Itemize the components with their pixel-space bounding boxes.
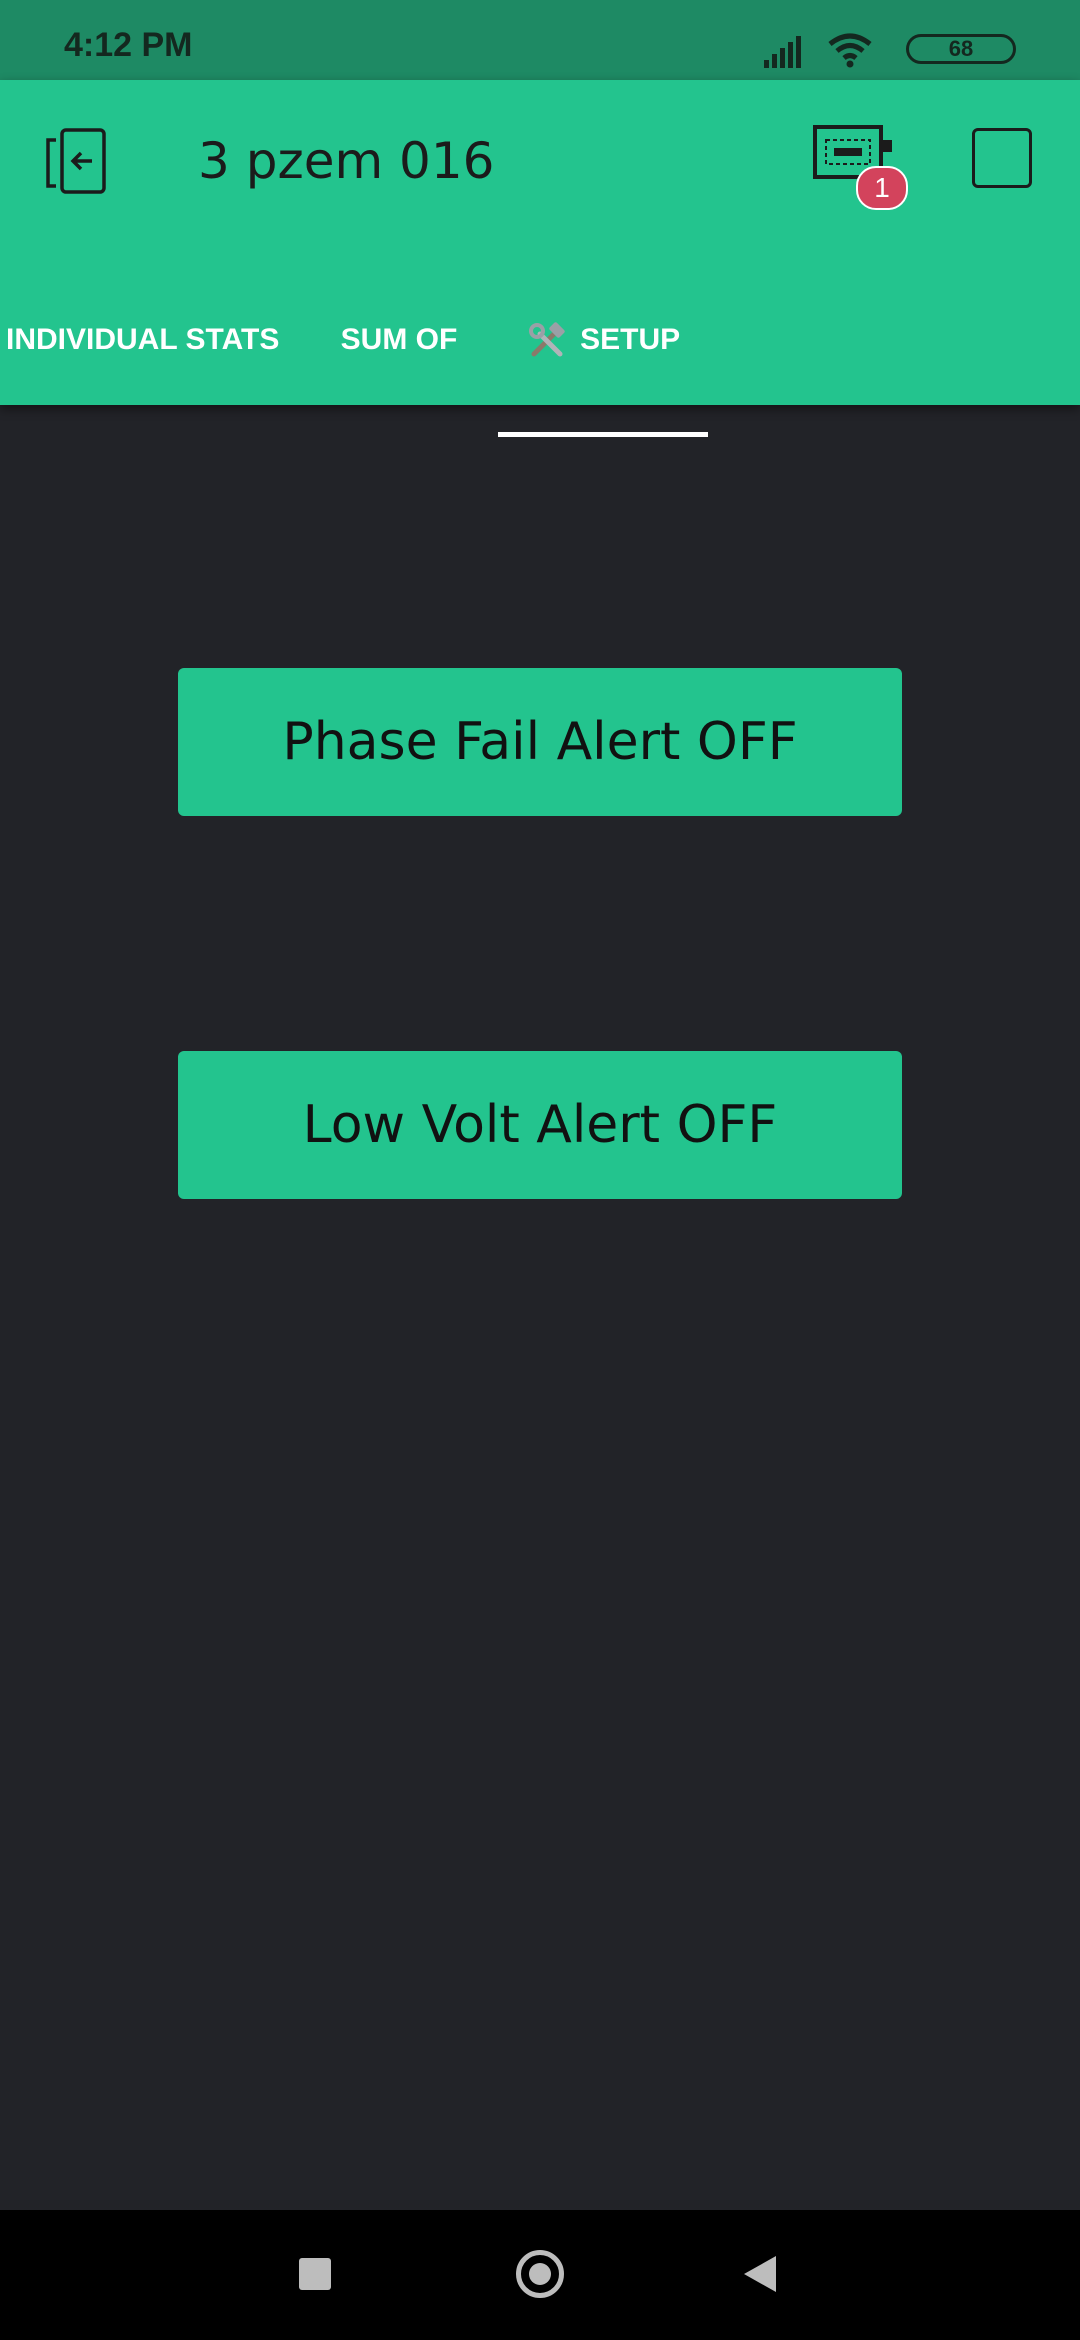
home-icon-dot <box>529 2263 551 2285</box>
tools-icon <box>528 322 565 357</box>
navigation-bar <box>0 2210 1080 2340</box>
low-volt-alert-button[interactable]: Low Volt Alert OFF <box>178 1051 902 1199</box>
phase-fail-alert-button[interactable]: Phase Fail Alert OFF <box>178 668 902 816</box>
page-title: 3 pzem 016 <box>198 132 495 190</box>
back-button[interactable] <box>42 126 112 196</box>
tab-bar: INDIVIDUAL STATS SUM OF SETUP <box>0 280 1080 437</box>
back-icon <box>46 128 106 194</box>
battery-level: 68 <box>948 36 974 61</box>
tab-individual-stats[interactable]: INDIVIDUAL STATS <box>6 280 279 366</box>
notification-badge: 1 <box>856 166 908 210</box>
recents-icon[interactable] <box>299 2258 331 2290</box>
active-tab-indicator <box>498 432 708 437</box>
device-status-button[interactable]: 1 <box>812 124 908 216</box>
wifi-icon <box>828 33 872 68</box>
tab-label: SETUP <box>580 323 681 356</box>
tab-sum-of[interactable]: SUM OF <box>336 280 462 366</box>
home-icon[interactable] <box>516 2250 564 2298</box>
tab-label: INDIVIDUAL STATS <box>6 323 280 356</box>
battery-icon: 68 <box>906 34 1016 64</box>
back-nav-icon[interactable] <box>744 2256 776 2292</box>
tab-label: SUM OF <box>340 323 458 356</box>
status-bar: 4:12 PM 68 <box>0 0 1080 80</box>
status-time: 4:12 PM <box>64 26 193 64</box>
fullscreen-button[interactable] <box>972 128 1032 188</box>
tab-setup[interactable]: SETUP <box>500 280 708 366</box>
app-header: 3 pzem 016 1 INDIVIDUAL STATS SUM OF SET… <box>0 80 1080 437</box>
signal-icon <box>764 36 801 68</box>
